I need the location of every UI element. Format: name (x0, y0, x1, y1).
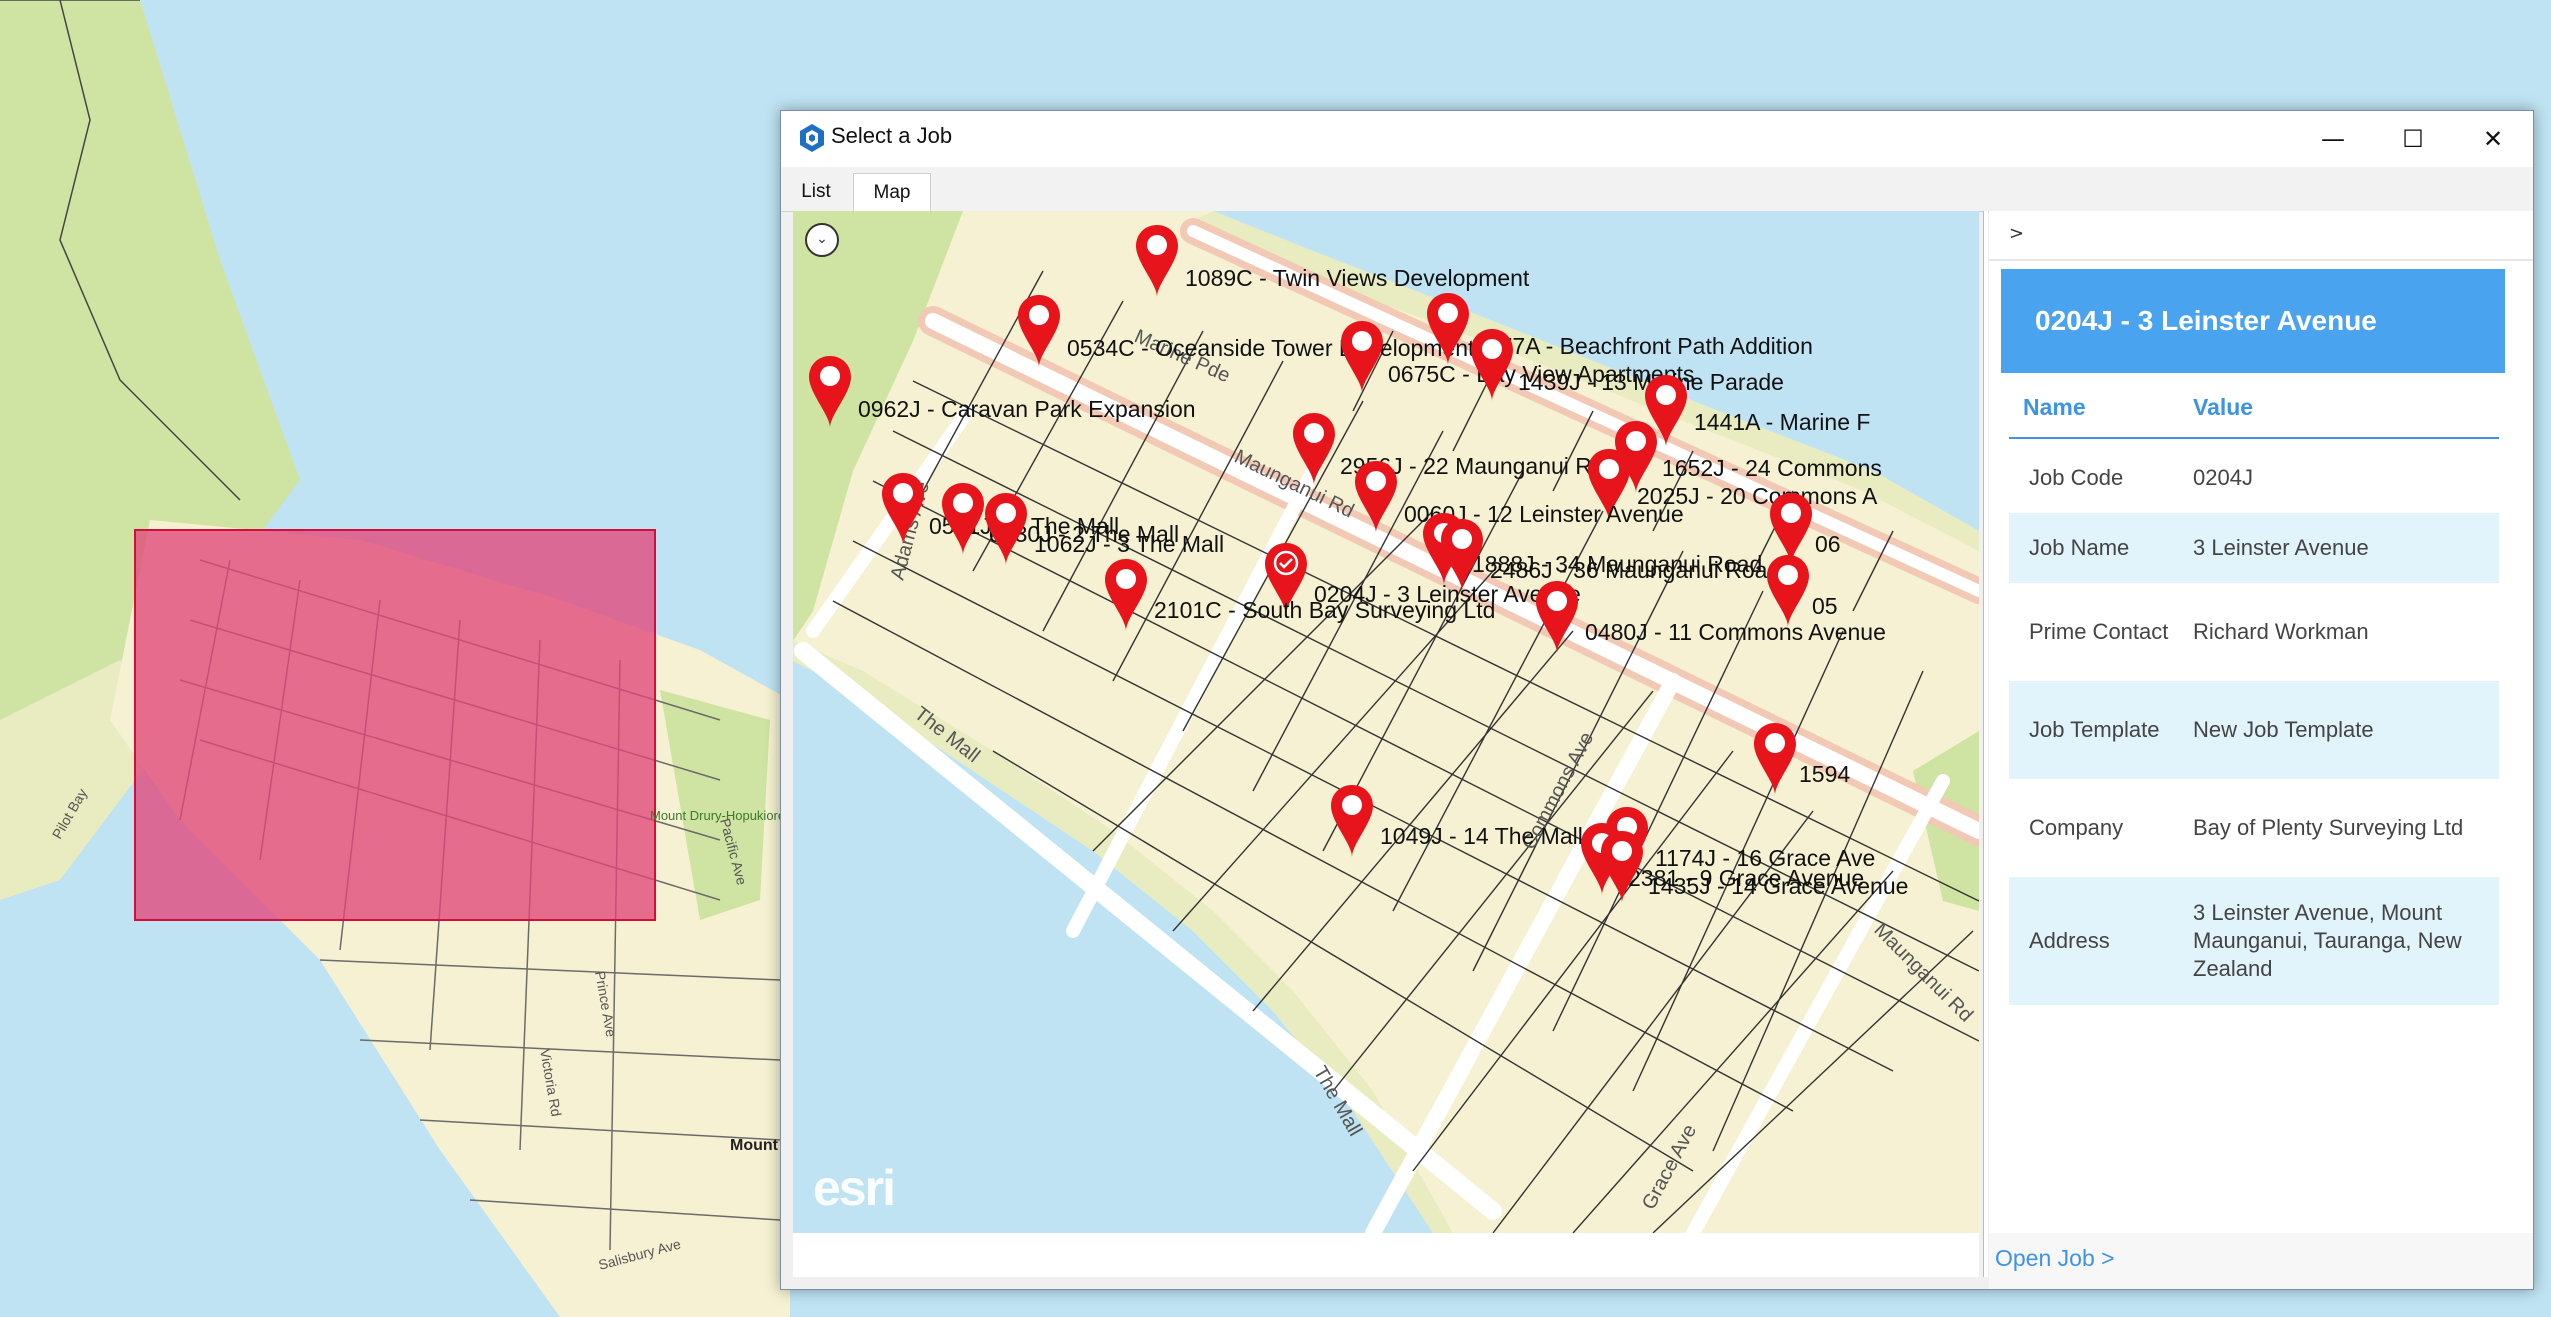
table-row: Job Name 3 Leinster Avenue (2009, 513, 2499, 583)
job-details-panel: > 0204J - 3 Leinster Avenue Name Value J… (1989, 211, 2533, 1289)
row-name: Job Template (2029, 717, 2160, 742)
esri-watermark: esri (813, 1160, 896, 1216)
map-pin-icon (1427, 293, 1469, 365)
pin-label[interactable]: 2101C - South Bay Surveying Ltd (1154, 597, 1495, 624)
map-pin-icon (985, 493, 1027, 565)
pin-label[interactable]: 1435J - 14 Grace Avenue (1648, 873, 1908, 900)
job-pin[interactable] (1328, 783, 1376, 859)
table-row: Address 3 Leinster Avenue, Mount Maungan… (2009, 877, 2499, 1005)
job-pin[interactable] (1424, 291, 1472, 367)
row-value: Richard Workman (2193, 619, 2369, 644)
table-row: Job Code 0204J (2009, 443, 2499, 513)
job-pin[interactable] (1598, 829, 1646, 905)
pin-label[interactable]: 1652J - 24 Commons (1662, 455, 1882, 482)
map-pin-icon (1601, 831, 1643, 903)
table-row: Job Template New Job Template (2009, 681, 2499, 779)
app-logo-icon (800, 124, 824, 152)
job-pin[interactable] (1338, 319, 1386, 395)
open-job-link[interactable]: Open Job > (1995, 1245, 2115, 1272)
job-pin[interactable] (1015, 293, 1063, 369)
selected-job-header: 0204J - 3 Leinster Avenue (2001, 269, 2505, 373)
column-header-value: Value (2193, 394, 2254, 420)
job-pin[interactable] (939, 481, 987, 557)
map-canvas[interactable]: Adams Ave Maunganui Rd The Mall Commons … (793, 211, 1979, 1233)
map-pin-icon (1331, 785, 1373, 857)
map-footer (793, 1233, 1979, 1277)
job-pin[interactable] (1533, 579, 1581, 655)
panel-splitter[interactable] (1983, 211, 1988, 1277)
row-name: Job Code (2029, 465, 2124, 490)
map-pin-icon (1105, 559, 1147, 631)
map-pin-icon (1018, 295, 1060, 367)
row-name: Company (2029, 815, 2124, 840)
job-pin[interactable] (982, 491, 1030, 567)
job-pin[interactable] (1468, 327, 1516, 403)
map-pin-icon (1341, 321, 1383, 393)
pin-label[interactable]: 1441A - Marine F (1694, 409, 1870, 436)
map-pin-icon (1136, 225, 1178, 297)
window-title: Select a Job (831, 123, 953, 148)
pin-label[interactable]: 1062J - 3 The Mall (1034, 531, 1224, 558)
row-value: 3 Leinster Avenue (2193, 535, 2369, 560)
map-pin-icon (1767, 555, 1809, 627)
tab-map[interactable]: Map (853, 173, 931, 212)
title-bar[interactable]: Select a Job — ☐ ✕ (781, 111, 2533, 167)
pin-label[interactable]: 05 (1812, 593, 1838, 620)
close-button[interactable]: ✕ (2453, 111, 2533, 167)
tab-bar: List Map (781, 167, 2533, 212)
map-pin-icon (1536, 581, 1578, 653)
tab-list[interactable]: List (787, 173, 845, 211)
map-collapse-button[interactable]: ⌄ (805, 223, 839, 257)
job-pin[interactable] (1102, 557, 1150, 633)
maximize-button[interactable]: ☐ (2373, 111, 2453, 167)
row-name: Prime Contact (2029, 619, 2169, 644)
map-pin-icon (1471, 329, 1513, 401)
pin-label[interactable]: 0480J - 11 Commons Avenue (1585, 619, 1886, 646)
pin-label[interactable]: 1089C - Twin Views Development (1185, 265, 1529, 292)
panel-toggle-button[interactable]: > (2009, 223, 2024, 244)
row-name: Address (2029, 928, 2110, 953)
pin-label[interactable]: 0962J - Caravan Park Expansion (858, 396, 1196, 423)
row-value: 3 Leinster Avenue, Mount Maunganui, Taur… (2193, 900, 2462, 981)
job-pin[interactable] (879, 471, 927, 547)
pin-label[interactable]: 0534C - Oceanside Tower Development (1067, 335, 1474, 362)
job-pin[interactable] (1133, 223, 1181, 299)
map-pin-icon (1754, 723, 1796, 795)
job-pin[interactable] (1751, 721, 1799, 797)
map-selection-rectangle[interactable] (134, 529, 656, 921)
map-pin-icon (942, 483, 984, 555)
pin-label[interactable]: 1049J - 14 The Mall (1380, 823, 1583, 850)
table-row: Prime Contact Richard Workman (2009, 583, 2499, 681)
pin-label[interactable]: 06 (1815, 531, 1841, 558)
select-job-window: Select a Job — ☐ ✕ List Map Adams Ave Ma… (780, 110, 2534, 1290)
pin-label[interactable]: 1594 (1799, 761, 1850, 788)
map-pin-icon (1293, 413, 1335, 485)
row-name: Job Name (2029, 535, 2130, 560)
map-pin-icon (1355, 461, 1397, 533)
map-pin-icon (882, 473, 924, 545)
column-header-name: Name (2023, 394, 2086, 420)
minimize-button[interactable]: — (2293, 111, 2373, 167)
job-pin[interactable] (1764, 553, 1812, 629)
job-pin[interactable] (806, 354, 854, 430)
table-row: Company Bay of Plenty Surveying Ltd (2009, 779, 2499, 877)
job-pin[interactable] (1290, 411, 1338, 487)
row-value: Bay of Plenty Surveying Ltd (2193, 815, 2464, 840)
row-value: 0204J (2193, 465, 2253, 490)
job-pin[interactable] (1352, 459, 1400, 535)
job-map[interactable]: Adams Ave Maunganui Rd The Mall Commons … (793, 211, 1979, 1233)
row-value: New Job Template (2193, 717, 2374, 742)
pin-label[interactable]: 1777A - Beachfront Path Addition (1474, 333, 1813, 360)
map-pin-icon (809, 356, 851, 428)
